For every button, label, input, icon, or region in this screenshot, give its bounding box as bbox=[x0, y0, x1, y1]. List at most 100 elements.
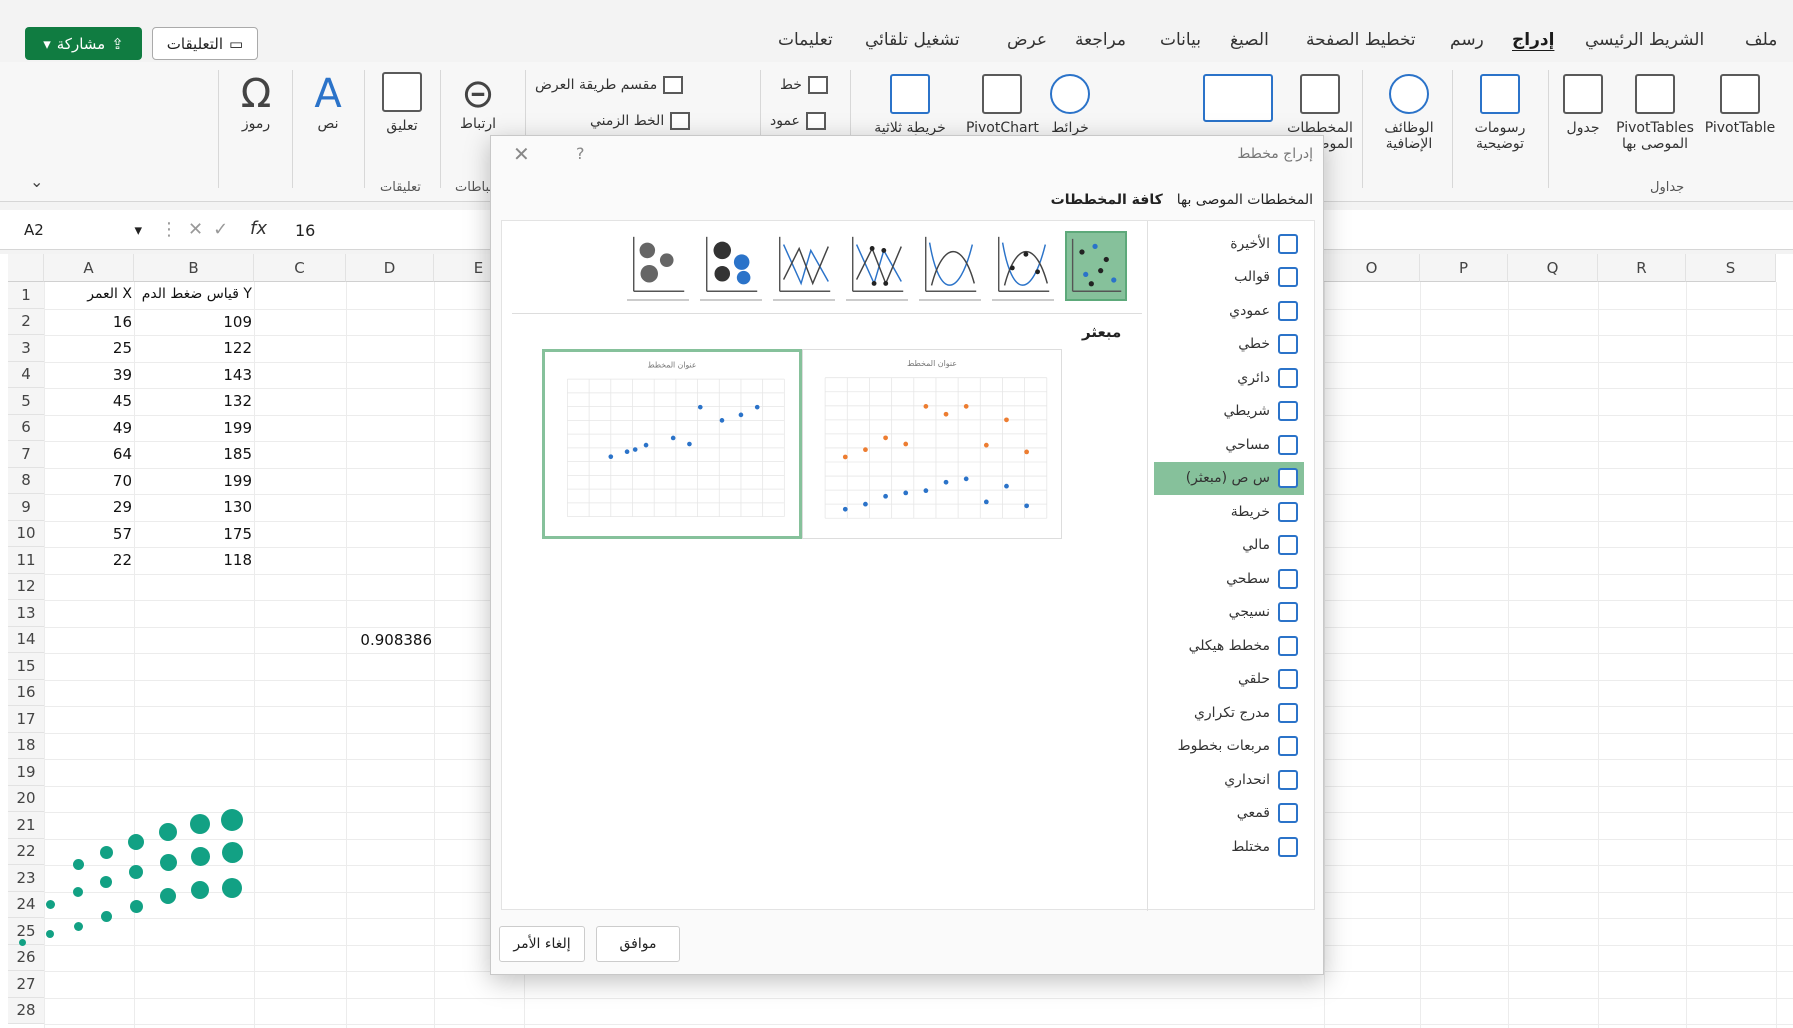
cell-b[interactable]: 122 bbox=[136, 339, 252, 357]
chart-type-item[interactable]: سطحي bbox=[1154, 562, 1304, 596]
row-header[interactable]: 25 bbox=[8, 918, 44, 945]
chart-type-item[interactable]: قمعي bbox=[1154, 797, 1304, 831]
close-icon[interactable]: ✕ bbox=[513, 142, 530, 166]
row-header[interactable]: 10 bbox=[8, 520, 44, 547]
column-header[interactable]: D bbox=[346, 254, 434, 282]
tab-draw[interactable]: رسم bbox=[1450, 30, 1484, 50]
tab-review[interactable]: مراجعة bbox=[1075, 30, 1126, 50]
row-header[interactable]: 7 bbox=[8, 441, 44, 468]
tab-page-layout[interactable]: تخطيط الصفحة bbox=[1306, 30, 1416, 50]
help-icon[interactable]: ? bbox=[576, 144, 585, 163]
column-header[interactable]: B bbox=[134, 254, 254, 282]
tab-data[interactable]: بيانات bbox=[1160, 30, 1201, 50]
row-header[interactable]: 11 bbox=[8, 547, 44, 574]
cell-b[interactable]: 175 bbox=[136, 525, 252, 543]
function-icon[interactable]: fx bbox=[250, 218, 267, 239]
cell-d14[interactable]: 0.908386 bbox=[350, 631, 432, 649]
cell-a[interactable]: 70 bbox=[60, 472, 132, 490]
scatter-smooth-lines-markers-subtype[interactable] bbox=[992, 231, 1054, 301]
scatter-markers-subtype[interactable] bbox=[1065, 231, 1127, 301]
row-header[interactable]: 14 bbox=[8, 626, 44, 653]
row-header[interactable]: 24 bbox=[8, 891, 44, 918]
sparkline-column-button[interactable]: عمود bbox=[770, 112, 826, 130]
bubble-3d-subtype[interactable] bbox=[627, 231, 689, 301]
addins-button[interactable]: الوظائف الإضافية bbox=[1370, 74, 1448, 152]
formula-cancel-confirm-icons[interactable]: ⋮✕✓ bbox=[160, 219, 238, 240]
column-header[interactable]: O bbox=[1324, 254, 1420, 282]
row-header[interactable]: 19 bbox=[8, 759, 44, 786]
chart-types-cluster[interactable] bbox=[1200, 74, 1276, 128]
name-box[interactable]: A2 ▾ bbox=[18, 216, 148, 244]
row-header[interactable]: 27 bbox=[8, 971, 44, 998]
chart-type-item[interactable]: عمودي bbox=[1154, 294, 1304, 328]
slicer-button[interactable]: مقسم طريقة العرض bbox=[535, 76, 684, 94]
table-button[interactable]: جدول bbox=[1558, 74, 1608, 136]
column-header[interactable]: A bbox=[44, 254, 134, 282]
cell-a1[interactable]: العمر X bbox=[60, 286, 132, 302]
chart-type-item[interactable]: الأخيرة bbox=[1154, 227, 1304, 261]
link-button[interactable]: ⊝ ارتباط bbox=[448, 72, 508, 132]
column-header[interactable]: R bbox=[1598, 254, 1686, 282]
chart-type-item[interactable]: مالي bbox=[1154, 529, 1304, 563]
cell-a[interactable]: 49 bbox=[60, 419, 132, 437]
chart-type-item[interactable]: مخطط هيكلي bbox=[1154, 629, 1304, 663]
ribbon-collapse-chevron-icon[interactable]: ⌄ bbox=[30, 172, 43, 191]
cell-b[interactable]: 143 bbox=[136, 366, 252, 384]
cell-b[interactable]: 118 bbox=[136, 551, 252, 569]
illustrations-button[interactable]: رسومات توضيحية bbox=[1460, 74, 1540, 152]
cell-a[interactable]: 25 bbox=[60, 339, 132, 357]
timeline-button[interactable]: الخط الزمني bbox=[590, 112, 691, 130]
row-header[interactable]: 13 bbox=[8, 600, 44, 627]
column-header[interactable]: C bbox=[254, 254, 346, 282]
scatter-smooth-lines-subtype[interactable] bbox=[919, 231, 981, 301]
scatter-straight-lines-markers-subtype[interactable] bbox=[846, 231, 908, 301]
pivotchart-button[interactable]: PivotChart bbox=[966, 74, 1039, 136]
column-header[interactable]: Q bbox=[1508, 254, 1598, 282]
tab-view[interactable]: عرض bbox=[1007, 30, 1047, 50]
row-header[interactable]: 5 bbox=[8, 388, 44, 415]
chart-type-item[interactable]: نسيجي bbox=[1154, 596, 1304, 630]
preview-scatter-two-series[interactable]: عنوان المخطط bbox=[802, 349, 1062, 539]
row-header[interactable]: 17 bbox=[8, 706, 44, 733]
tab-formulas[interactable]: الصيغ bbox=[1230, 30, 1269, 50]
row-header[interactable]: 16 bbox=[8, 679, 44, 706]
row-header[interactable]: 3 bbox=[8, 335, 44, 362]
chart-type-item[interactable]: حلقي bbox=[1154, 663, 1304, 697]
cell-b1[interactable]: قياس ضغط الدم Y bbox=[136, 286, 252, 302]
scatter-straight-lines-subtype[interactable] bbox=[773, 231, 835, 301]
tab-all-charts[interactable]: كافة المخططات bbox=[1051, 192, 1163, 208]
text-button[interactable]: A نص bbox=[300, 72, 356, 132]
column-header[interactable]: P bbox=[1420, 254, 1508, 282]
chart-type-item[interactable]: شريطي bbox=[1154, 395, 1304, 429]
row-header[interactable]: 15 bbox=[8, 653, 44, 680]
bubble-subtype[interactable] bbox=[700, 231, 762, 301]
cell-a[interactable]: 29 bbox=[60, 498, 132, 516]
symbols-button[interactable]: Ω رموز bbox=[226, 72, 286, 132]
column-header[interactable]: S bbox=[1686, 254, 1776, 282]
chart-type-item[interactable]: خطي bbox=[1154, 328, 1304, 362]
row-header[interactable]: 1 bbox=[8, 282, 44, 309]
select-all-corner[interactable] bbox=[8, 254, 44, 282]
chart-type-item[interactable]: انحداري bbox=[1154, 763, 1304, 797]
comments-button[interactable]: التعليقات ▭ bbox=[152, 27, 258, 60]
preview-scatter-single-series[interactable]: عنوان المخطط bbox=[542, 349, 802, 539]
row-header[interactable]: 23 bbox=[8, 865, 44, 892]
chart-type-item[interactable]: دائري bbox=[1154, 361, 1304, 395]
recommended-pivottables-button[interactable]: PivotTables الموصى بها bbox=[1612, 74, 1698, 152]
ok-button[interactable]: موافق bbox=[596, 926, 680, 962]
pivottable-button[interactable]: PivotTable bbox=[1700, 74, 1780, 136]
row-header[interactable]: 9 bbox=[8, 494, 44, 521]
cell-a[interactable]: 39 bbox=[60, 366, 132, 384]
formula-input[interactable]: 16 bbox=[295, 221, 315, 240]
row-header[interactable]: 22 bbox=[8, 838, 44, 865]
chart-type-item[interactable]: مربعات بخطوط bbox=[1154, 730, 1304, 764]
sparkline-line-button[interactable]: خط bbox=[780, 76, 828, 94]
chart-type-item[interactable]: خريطة bbox=[1154, 495, 1304, 529]
tab-file[interactable]: ملف bbox=[1745, 30, 1777, 50]
row-header[interactable]: 20 bbox=[8, 785, 44, 812]
cancel-button[interactable]: إلغاء الأمر bbox=[499, 926, 585, 962]
tab-insert[interactable]: إدراج bbox=[1512, 30, 1554, 50]
share-button[interactable]: ▾ مشاركة ⇪ bbox=[25, 27, 142, 60]
row-header[interactable]: 4 bbox=[8, 361, 44, 388]
cell-a[interactable]: 64 bbox=[60, 445, 132, 463]
